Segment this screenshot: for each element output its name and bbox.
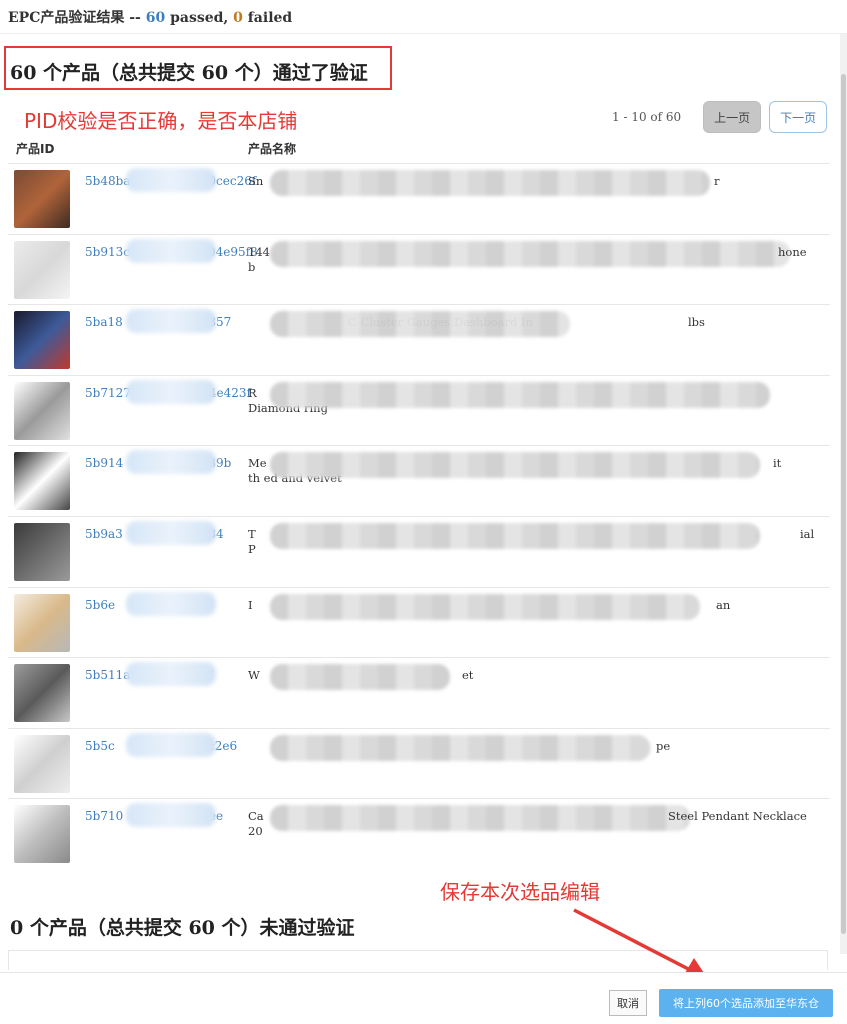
redacted-id-blur [126, 803, 216, 828]
product-thumbnail [14, 170, 70, 228]
product-name-tail: et [462, 668, 474, 683]
product-thumbnail [14, 311, 70, 370]
product-thumbnail [14, 734, 70, 793]
product-name-tail: lbs [688, 315, 705, 330]
redacted-id-blur [126, 591, 216, 616]
header-title: EPC产品验证结果 [8, 10, 125, 26]
product-name-tail: Steel Pendant Necklace [668, 809, 807, 824]
scrollbar-thumb[interactable] [841, 74, 846, 934]
product-name-tail: an [716, 597, 731, 612]
pagination-info: 1 - 10 of 60 [612, 110, 682, 124]
prev-page-button[interactable]: 上一页 [703, 101, 762, 133]
dialog-footer: 取消 将上列60个选品添加至华东仓 [0, 972, 847, 1024]
redacted-name-blur [270, 452, 760, 479]
redacted-name-blur [270, 170, 710, 196]
table-row: 5b9a3084TPial [8, 515, 830, 587]
redacted-name-blur [270, 522, 760, 549]
cancel-button[interactable]: 取消 [609, 990, 647, 1016]
redacted-name-blur [270, 311, 570, 338]
redacted-id-blur [126, 450, 216, 475]
redacted-id-blur [126, 168, 216, 192]
product-name-tail: ial [800, 526, 815, 541]
redacted-name-blur [270, 805, 690, 832]
annotation-pid-check: PID校验是否正确，是否本店铺 [24, 109, 298, 133]
failed-label: failed [247, 10, 293, 26]
result-header: EPC产品验证结果 -- 60 passed, 0 failed [0, 0, 847, 34]
failed-count: 0 [233, 10, 243, 26]
table-row: 5b5c0bc2e6pe [8, 727, 830, 799]
product-thumbnail [14, 593, 70, 652]
header-separator: -- [129, 10, 141, 26]
next-page-button[interactable]: 下一页 [769, 101, 828, 133]
redacted-id-blur [126, 662, 216, 687]
redacted-name-blur [270, 381, 770, 408]
annotation-save-edit: 保存本次选品编辑 [440, 880, 600, 904]
redacted-id-blur [126, 309, 216, 334]
redacted-name-blur [270, 593, 700, 620]
redacted-id-blur [126, 379, 216, 404]
column-header-id: 产品ID [16, 142, 55, 156]
redacted-name-blur [270, 734, 650, 761]
redacted-name-blur [270, 240, 790, 267]
table-row: 5b48ba 0cec26f Sn r [8, 163, 830, 234]
product-thumbnail [14, 381, 70, 440]
add-to-warehouse-button[interactable]: 将上列60个选品添加至华东仓 [659, 989, 833, 1017]
table-row: 5b7127 4e423f R Diamond ring [8, 374, 830, 446]
product-table: 5b48ba 0cec26f Sn r 5b913c 04e95f8 144 b hone 5ba… [8, 163, 830, 869]
table-row: 5ba187857C Cluster Gauges Dashboard Inlb… [8, 304, 830, 375]
product-name-tail: pe [656, 738, 671, 753]
passed-count: 60 [145, 10, 166, 26]
product-thumbnail [14, 452, 70, 511]
product-name-tail: r [714, 174, 720, 188]
redacted-id-blur [126, 732, 216, 757]
passed-section-title: 60 个产品（总共提交 60 个）通过了验证 [10, 62, 368, 84]
product-thumbnail [14, 664, 70, 723]
table-row: 5b914 e39b Me th ed and velvet it [8, 445, 830, 516]
product-thumbnail [14, 522, 70, 581]
column-header-name: 产品名称 [248, 142, 297, 156]
table-row: 5b913c 04e95f8 144 b hone [8, 233, 830, 305]
table-row: 5b6e88Ian [8, 586, 830, 658]
redacted-id-blur [126, 520, 216, 545]
table-row: 5b7103eeCa20Steel Pendant Necklace [8, 798, 830, 869]
passed-label: passed, [170, 10, 229, 26]
product-thumbnail [14, 240, 70, 299]
redacted-id-blur [126, 238, 216, 263]
product-name-tail: it [773, 456, 782, 471]
product-thumbnail [14, 805, 70, 864]
product-name-tail: hone [778, 244, 807, 259]
table-row: 5b511afWet [8, 657, 830, 728]
pagination: 1 - 10 of 60 上一页 下一页 [612, 101, 828, 133]
failed-section-title: 0 个产品（总共提交 60 个）未通过验证 [10, 917, 355, 939]
redacted-name-blur [270, 664, 450, 691]
scrollbar[interactable] [840, 34, 847, 954]
